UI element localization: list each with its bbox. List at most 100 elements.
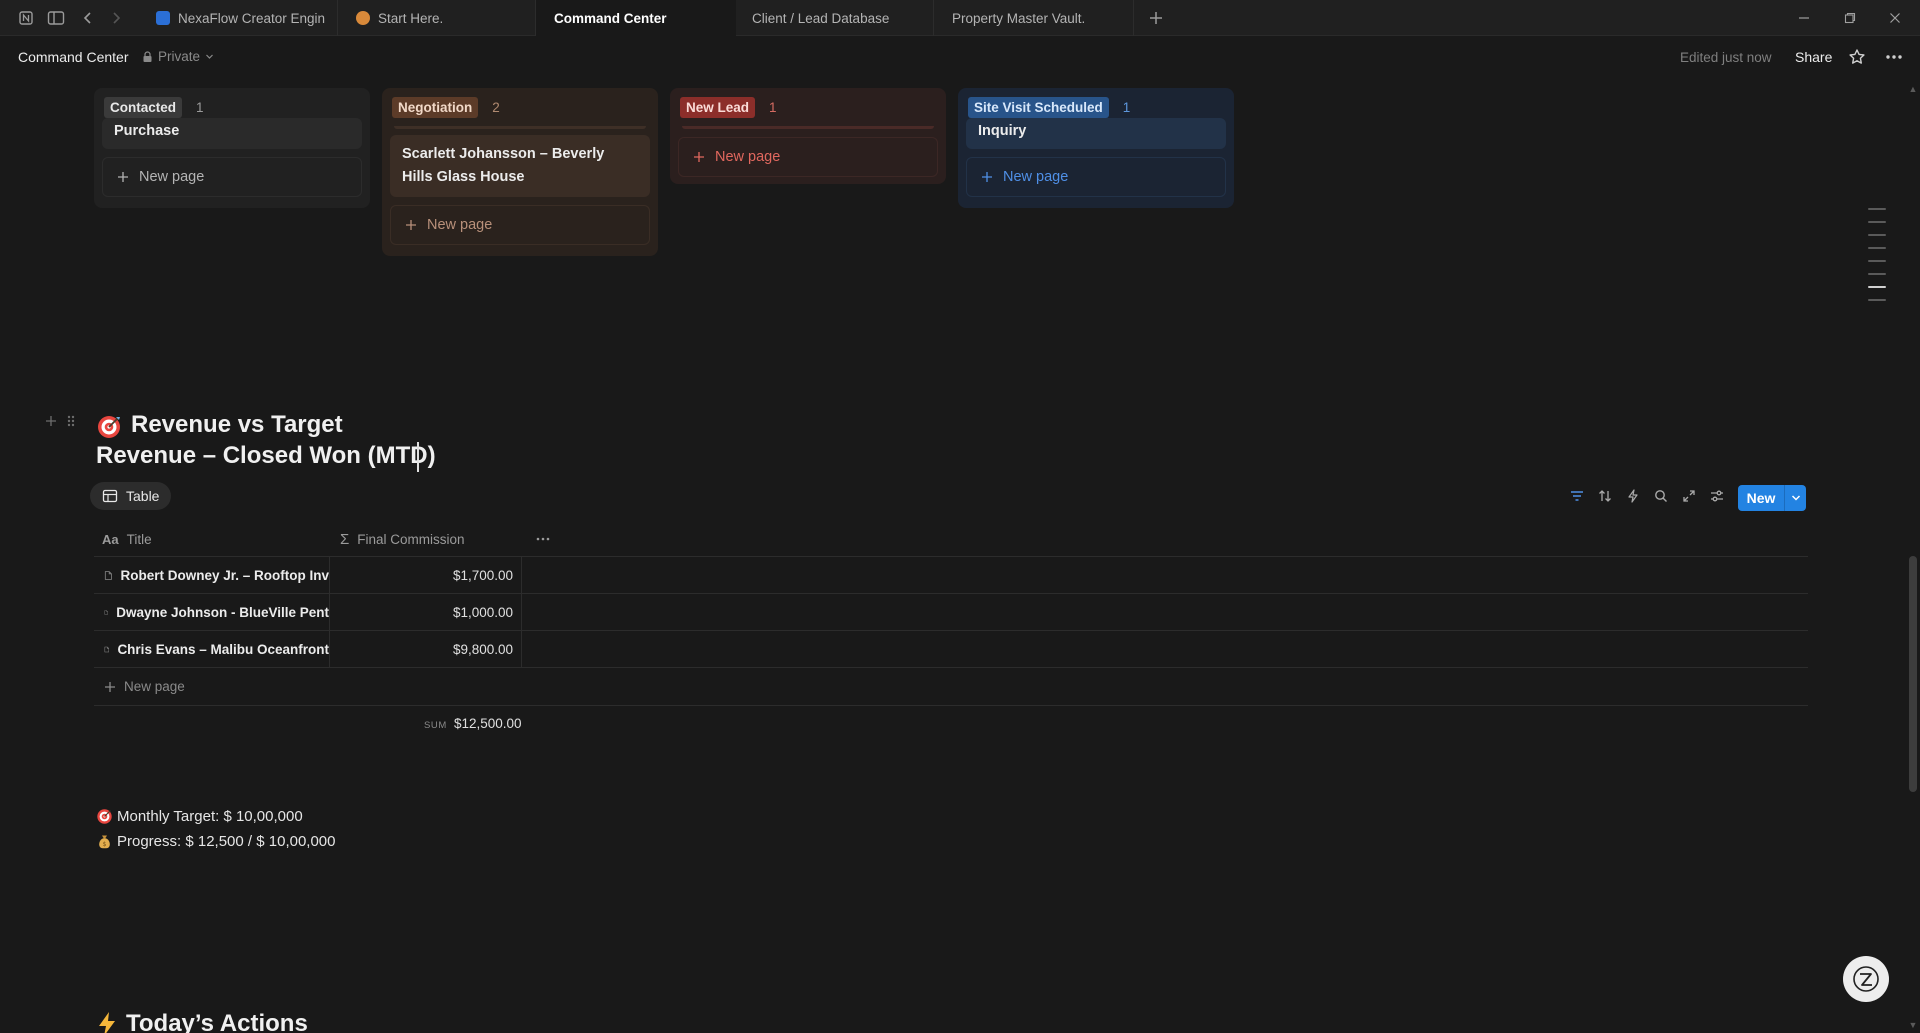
block-tools [44,414,76,428]
new-page-button[interactable]: New page [678,137,938,177]
forward-icon[interactable] [106,8,126,28]
scrollbar-track[interactable] [1908,84,1918,1020]
column-header-title[interactable]: Aa Title [102,521,152,557]
page-icon [156,11,170,25]
money-bag-icon: $ [99,835,110,849]
row-title-cell[interactable]: Chris Evans – Malibu Oceanfront [94,631,330,667]
table-of-contents-rail[interactable] [1868,208,1886,312]
tab-label: Property Master Vault. [952,10,1086,26]
text-type-icon: Aa [102,531,119,547]
card-title: Purchase [114,123,180,139]
plus-icon [694,152,704,162]
minimize-icon[interactable] [1794,8,1814,28]
monthly-target-text: Monthly Target: $ 10,00,000 [117,808,303,825]
sort-icon[interactable] [1596,487,1614,505]
assistant-face-icon [1853,966,1879,992]
view-tab-label: Table [126,488,160,504]
status-badge: Negotiation [392,96,479,118]
row-commission[interactable]: $9,800.00 [330,631,522,667]
section-title[interactable]: Revenue vs Target [131,411,343,439]
new-page-button[interactable]: New page [390,205,650,245]
close-icon[interactable] [1885,8,1905,28]
row-title-cell[interactable]: Dwayne Johnson - BlueVille Pent [94,594,330,630]
back-icon[interactable] [78,8,98,28]
progress-line[interactable]: $ Progress: $ 12,500 / $ 10,00,000 [96,833,336,850]
table-row[interactable]: Dwayne Johnson - BlueVille Pent $1,000.0… [94,594,1808,631]
target-icon [97,809,112,824]
target-icon [98,416,120,438]
page-icon [356,11,370,25]
chevron-down-icon[interactable] [1785,494,1806,502]
tab-label: Client / Lead Database [752,10,890,26]
view-tab-table[interactable]: Table [90,482,172,510]
tab-property-master-vault[interactable]: Property Master Vault. [934,0,1134,36]
tab-nexaflow[interactable]: NexaFlow Creator Engin [138,0,338,36]
table-icon [102,489,118,503]
privacy-selector[interactable]: Private [142,49,214,64]
todays-actions-heading[interactable]: Today’s Actions [96,1010,308,1033]
expand-icon[interactable] [1680,487,1698,505]
column-header-label: Final Commission [357,531,465,547]
tab-start-here[interactable]: Start Here. [338,0,536,36]
revenue-table: Aa Title Σ Final Commission Robert Downe… [94,521,1808,742]
sum-label: SUM [424,720,447,731]
card-edge [394,126,646,129]
section-subtitle[interactable]: Revenue – Closed Won (MTD) [96,442,436,470]
scroll-up-arrow-icon[interactable]: ▲ [1907,84,1919,94]
restore-icon[interactable] [1840,8,1860,28]
new-page-button[interactable]: New page [102,157,362,197]
column-options-icon[interactable] [536,521,550,557]
row-commission[interactable]: $1,000.00 [330,594,522,630]
row-commission[interactable]: $1,700.00 [330,557,522,593]
ai-assistant-button[interactable] [1843,956,1889,1002]
table-row[interactable]: Chris Evans – Malibu Oceanfront $9,800.0… [94,631,1808,668]
tab-client-lead-database[interactable]: Client / Lead Database [736,0,934,36]
filter-icon[interactable] [1568,487,1586,505]
new-page-button[interactable]: New page [966,157,1226,197]
board-card[interactable]: Scarlett Johansson – Beverly Hills Glass… [390,135,650,197]
share-button[interactable]: Share [1795,49,1832,65]
new-tab-icon[interactable] [1146,8,1166,28]
column-header-final-commission[interactable]: Σ Final Commission [340,521,465,557]
lightning-icon [99,1012,115,1033]
table-new-page-button[interactable]: New page [94,668,1808,706]
row-title: Dwayne Johnson - BlueVille Pent [116,604,329,620]
card-title: Inquiry [978,123,1027,139]
text-cursor [417,442,419,472]
automation-lightning-icon[interactable] [1624,487,1642,505]
tab-command-center[interactable]: Command Center [536,0,736,36]
notion-logo-icon[interactable] [16,8,36,28]
status-badge: New Lead [680,96,756,118]
plus-icon [982,172,992,182]
monthly-target-line[interactable]: Monthly Target: $ 10,00,000 [96,808,303,825]
chevron-down-icon [206,54,213,59]
column-count: 1 [196,99,204,115]
new-page-label: New page [139,169,205,185]
favorite-star-icon[interactable] [1847,47,1867,67]
board-card[interactable]: Purchase [102,118,362,149]
drag-handle-icon[interactable] [66,414,76,428]
new-page-label: New page [124,679,185,694]
row-title-cell[interactable]: Robert Downey Jr. – Rooftop Inv [94,557,330,593]
search-icon[interactable] [1652,487,1670,505]
table-row[interactable]: Robert Downey Jr. – Rooftop Inv $1,700.0… [94,557,1808,594]
tab-label: NexaFlow Creator Engin [178,10,326,26]
scrollbar-thumb[interactable] [1909,556,1917,792]
sidebar-toggle-icon[interactable] [46,8,66,28]
board-card[interactable]: Inquiry [966,118,1226,149]
sum-value[interactable]: $12,500.00 [454,716,522,731]
add-block-icon[interactable] [44,414,58,428]
more-options-icon[interactable] [1884,47,1904,67]
settings-sliders-icon[interactable] [1708,487,1726,505]
scroll-down-arrow-icon[interactable]: ▼ [1907,1020,1919,1030]
edited-status: Edited just now [1680,50,1772,65]
status-badge: Site Visit Scheduled [968,96,1109,118]
new-record-button[interactable]: New [1738,485,1806,511]
table-summary-row: SUM $12,500.00 [94,706,1808,742]
column-count: 2 [492,99,500,115]
sigma-icon: Σ [340,530,350,548]
row-title: Robert Downey Jr. – Rooftop Inv [120,567,329,583]
progress-text: Progress: $ 12,500 / $ 10,00,000 [117,833,336,850]
breadcrumb[interactable]: Command Center [18,49,129,65]
board-column-new-lead: New Lead 1 New page [670,88,946,184]
